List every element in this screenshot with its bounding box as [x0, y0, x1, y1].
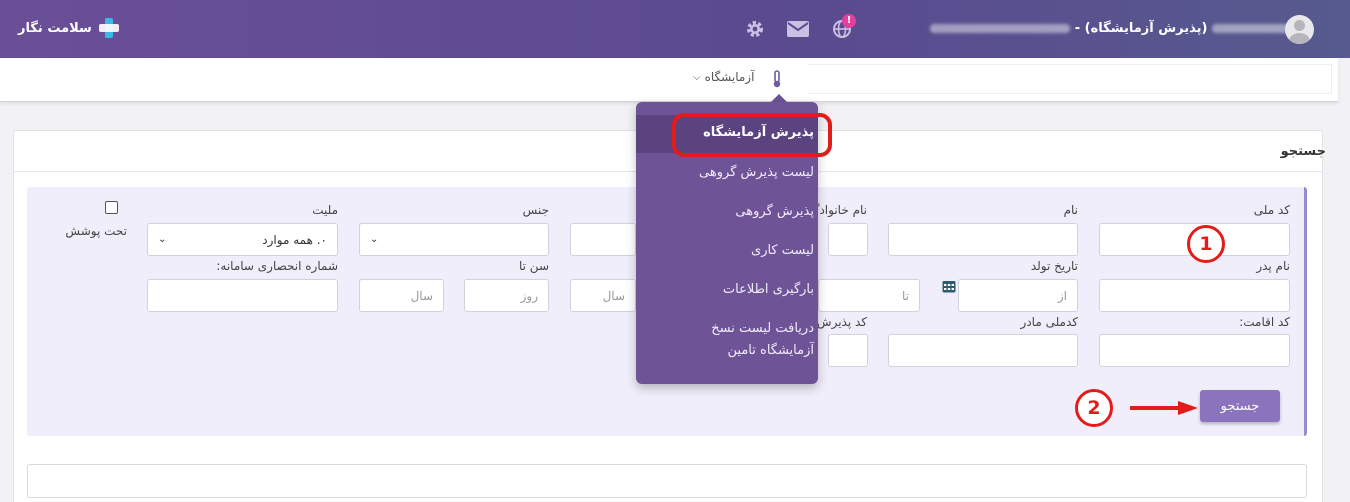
annotation-step-2: 2: [1075, 389, 1113, 427]
residence-code-input[interactable]: [1099, 334, 1290, 367]
brand-cross-icon: [98, 17, 120, 39]
label-national-code: کد ملی: [1253, 203, 1290, 217]
chevron-down-icon: ⌄: [158, 234, 167, 245]
from-placeholder: از: [1057, 288, 1067, 303]
year-placeholder: سال: [410, 288, 433, 303]
brand-name: سلامت نگار: [18, 20, 92, 36]
system-id-input[interactable]: [147, 279, 338, 312]
father-name-input[interactable]: [1099, 279, 1290, 312]
age-to-year-input[interactable]: سال: [359, 279, 444, 312]
brand-logo-area[interactable]: سلامت نگار: [18, 17, 120, 39]
age-to-day-input[interactable]: روز: [464, 279, 549, 312]
annotation-highlight-ring: [672, 113, 832, 157]
menu-item-group-reception-list[interactable]: لیست پذیرش گروهی: [699, 162, 814, 184]
menu-item-prescription-list-line2[interactable]: آزمایشگاه تامین: [728, 340, 814, 362]
menu-item-worklist[interactable]: لیست کاری: [751, 240, 814, 262]
family-name-input[interactable]: [828, 223, 868, 256]
birth-date-to-input[interactable]: تا: [818, 279, 920, 312]
label-residence-code: کد اقامت:: [1239, 315, 1290, 329]
annotation-arrow: [1130, 401, 1198, 415]
label-insured: تحت پوشش: [65, 224, 127, 238]
page-label: (پذیرش آزمایشگاه) -: [1074, 21, 1208, 36]
gender-select[interactable]: ⌄: [359, 223, 549, 256]
menu-item-prescription-list[interactable]: دریافت لیست نسخ: [711, 318, 814, 340]
avatar[interactable]: [1285, 15, 1314, 44]
label-gender: جنس: [522, 203, 549, 217]
label-first-name: نام: [1063, 203, 1078, 217]
notification-badge[interactable]: !: [842, 14, 856, 28]
age-from-year-input[interactable]: سال: [570, 279, 636, 312]
label-system-id: شماره انحصاری سامانه:: [216, 259, 338, 273]
to-placeholder: تا: [902, 288, 909, 303]
reception-code-input[interactable]: [828, 334, 868, 367]
blurred-user-name: [1212, 24, 1292, 33]
menu-item-group-reception[interactable]: پذیرش گروهی: [735, 201, 814, 223]
insured-checkbox[interactable]: [105, 201, 118, 214]
field-behind-menu-input[interactable]: [570, 223, 636, 256]
label-birth-date: تاریخ تولد: [1030, 259, 1078, 273]
panel-title: جستجو: [1280, 144, 1326, 159]
calendar-icon[interactable]: [942, 279, 956, 297]
mother-national-code-input[interactable]: [888, 334, 1078, 367]
menu-item-data-upload[interactable]: بارگیری اطلاعات: [723, 279, 814, 301]
chevron-down-icon: ⌄: [370, 234, 379, 245]
chevron-down-icon: ⌵: [693, 71, 701, 83]
search-button[interactable]: جستجو: [1200, 390, 1280, 422]
label-nationality: ملیت: [312, 203, 338, 217]
label-reception-code: کد پذیرش: [816, 315, 867, 329]
nationality-select[interactable]: ۰. همه موارد ⌄: [147, 223, 338, 256]
day-placeholder: روز: [520, 288, 538, 303]
nav-item-label: آزمایشگاه: [704, 70, 755, 84]
label-father-name: نام پدر: [1256, 259, 1290, 273]
first-name-input[interactable]: [888, 223, 1078, 256]
results-area: [27, 464, 1307, 498]
user-info: (پذیرش آزمایشگاه) -: [930, 21, 1292, 36]
nationality-value: ۰. همه موارد: [262, 232, 327, 247]
nav-item-laboratory[interactable]: ⌵ آزمایشگاه: [693, 70, 754, 84]
year-placeholder: سال: [602, 288, 625, 303]
birth-date-from-input[interactable]: از: [958, 279, 1078, 312]
annotation-step-1: 1: [1187, 225, 1225, 263]
label-age-to: سن تا: [519, 259, 549, 273]
mail-icon[interactable]: [786, 17, 810, 41]
gear-icon[interactable]: [743, 17, 767, 41]
thermometer-icon: [772, 70, 782, 92]
label-mother-national-code: کدملی مادر: [1020, 315, 1078, 329]
blurred-org-name: [930, 24, 1071, 33]
nav-strip-right-area: [808, 64, 1332, 94]
